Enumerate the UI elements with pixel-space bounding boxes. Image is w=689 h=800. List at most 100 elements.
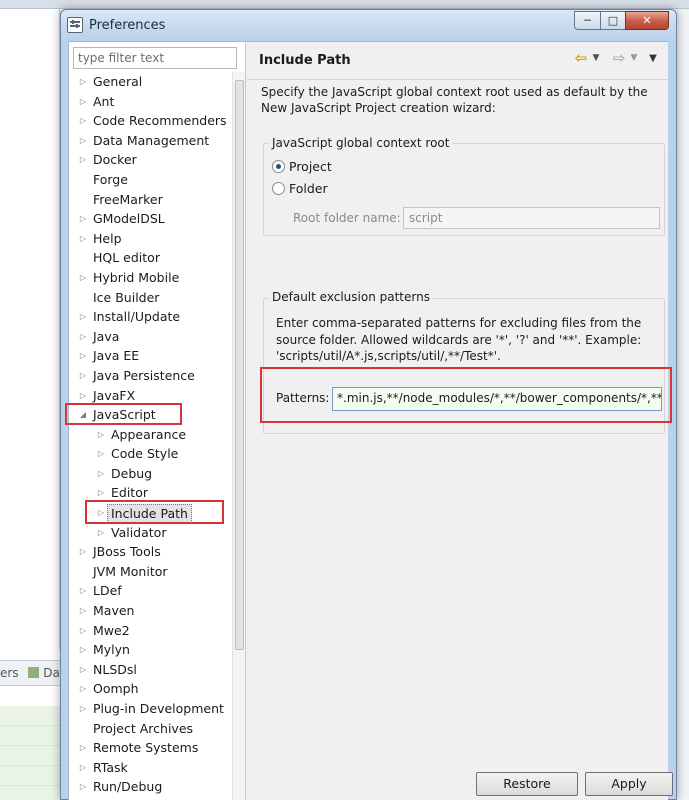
tree-item-label[interactable]: Java Persistence: [93, 366, 195, 386]
expand-arrow-icon[interactable]: ▷: [78, 777, 88, 797]
tree-item[interactable]: ▷ Install/Update: [69, 307, 231, 327]
expand-arrow-icon[interactable]: ▷: [78, 758, 88, 778]
expand-arrow-icon[interactable]: ▷: [78, 131, 88, 151]
tree-item-label[interactable]: Ice Builder: [93, 288, 159, 308]
tree-item[interactable]: ▷ Run/Debug: [69, 777, 231, 797]
tree-item-label[interactable]: Hybrid Mobile: [93, 268, 179, 288]
forward-arrow-icon[interactable]: ⇨: [608, 51, 630, 67]
tree-item-label[interactable]: JBoss Tools: [93, 542, 161, 562]
tree-item[interactable]: ▷ Oomph: [69, 679, 231, 699]
project-radio[interactable]: [272, 159, 285, 173]
back-history-dropdown-icon[interactable]: ▼: [590, 51, 602, 67]
tree-item-label[interactable]: Plug-in Development: [93, 699, 224, 719]
expand-arrow-icon[interactable]: ▷: [78, 660, 88, 680]
tree-item[interactable]: FreeMarker: [69, 190, 231, 210]
expand-arrow-icon[interactable]: ▷: [96, 425, 106, 445]
background-tab2-label[interactable]: Da: [43, 666, 60, 680]
minimize-button[interactable]: ─: [574, 11, 601, 30]
tree-item-label[interactable]: Docker: [93, 150, 137, 170]
folder-radio-label[interactable]: Folder: [289, 181, 328, 196]
folder-radio-option[interactable]: Folder: [272, 179, 328, 197]
back-arrow-icon[interactable]: ⇦: [570, 51, 592, 67]
expand-arrow-icon[interactable]: ▷: [78, 327, 88, 347]
tree-item-label[interactable]: LDef: [93, 581, 122, 601]
close-button[interactable]: ✕: [625, 11, 669, 30]
title-bar[interactable]: Preferences ─ □ ✕: [61, 10, 676, 40]
expand-arrow-icon[interactable]: ▷: [78, 111, 88, 131]
tree-item[interactable]: ▷ Remote Systems: [69, 738, 231, 758]
tree-scrollbar-thumb[interactable]: [235, 80, 244, 650]
tree-item[interactable]: ▷ Mylyn: [69, 640, 231, 660]
tree-item-label[interactable]: Java: [93, 327, 119, 347]
filter-input[interactable]: [78, 51, 232, 65]
tree-item[interactable]: Project Archives: [69, 719, 231, 739]
tree-item[interactable]: Forge: [69, 170, 231, 190]
forward-history-dropdown-icon[interactable]: ▼: [628, 51, 640, 67]
background-tab-label[interactable]: ers: [0, 666, 19, 680]
tree-scrollbar[interactable]: [232, 72, 245, 800]
tree-item[interactable]: ▷ Maven: [69, 601, 231, 621]
expand-arrow-icon[interactable]: ▷: [78, 581, 88, 601]
tree-item-label[interactable]: GModelDSL: [93, 209, 165, 229]
expand-arrow-icon[interactable]: ▷: [78, 366, 88, 386]
tree-item[interactable]: ▷ Hybrid Mobile: [69, 268, 231, 288]
tree-item[interactable]: ▷ Mwe2: [69, 621, 231, 641]
tree-item-label[interactable]: Code Style: [111, 444, 178, 464]
tree-item-label[interactable]: JVM Monitor: [93, 562, 168, 582]
tree-item-label[interactable]: Validator: [111, 523, 166, 543]
tree-item-label[interactable]: Install/Update: [93, 307, 180, 327]
tree-item-label[interactable]: Run/Debug: [93, 777, 162, 797]
expand-arrow-icon[interactable]: ▷: [78, 640, 88, 660]
tree-item[interactable]: ▷ Validator: [69, 523, 231, 543]
tree-item-label[interactable]: Ant: [93, 92, 114, 112]
tree-item-label[interactable]: Mylyn: [93, 640, 130, 660]
tree-item[interactable]: ▷ GModelDSL: [69, 209, 231, 229]
tree-item-label[interactable]: Code Recommenders: [93, 111, 227, 131]
expand-arrow-icon[interactable]: ▷: [78, 679, 88, 699]
tree-item[interactable]: HQL editor: [69, 248, 231, 268]
tree-item-label[interactable]: FreeMarker: [93, 190, 163, 210]
expand-arrow-icon[interactable]: ▷: [78, 307, 88, 327]
tree-item-label[interactable]: Data Management: [93, 131, 209, 151]
expand-arrow-icon[interactable]: ▷: [78, 542, 88, 562]
tree-item[interactable]: ▷ Java EE: [69, 346, 231, 366]
expand-arrow-icon[interactable]: ▷: [78, 72, 88, 92]
expand-arrow-icon[interactable]: ▷: [96, 523, 106, 543]
expand-arrow-icon[interactable]: ▷: [78, 346, 88, 366]
tree-item-label[interactable]: Forge: [93, 170, 128, 190]
expand-arrow-icon[interactable]: ▷: [96, 464, 106, 484]
tree-item[interactable]: ▷ Debug: [69, 464, 231, 484]
tree-item[interactable]: ▷ Appearance: [69, 425, 231, 445]
expand-arrow-icon[interactable]: ▷: [78, 92, 88, 112]
expand-arrow-icon[interactable]: ▷: [78, 738, 88, 758]
tree-item[interactable]: JVM Monitor: [69, 562, 231, 582]
expand-arrow-icon[interactable]: ▷: [96, 444, 106, 464]
tree-item-label[interactable]: Remote Systems: [93, 738, 198, 758]
tree-item[interactable]: ▷ Plug-in Development: [69, 699, 231, 719]
tree-item[interactable]: ▷ Code Style: [69, 444, 231, 464]
tree-item-label[interactable]: Java EE: [93, 346, 139, 366]
tree-item[interactable]: ▷ General: [69, 72, 231, 92]
maximize-button[interactable]: □: [600, 11, 626, 30]
tree-item-label[interactable]: Appearance: [111, 425, 186, 445]
expand-arrow-icon[interactable]: ▷: [78, 601, 88, 621]
tree-item[interactable]: ▷ Data Management: [69, 131, 231, 151]
tree-item-label[interactable]: HQL editor: [93, 248, 160, 268]
project-radio-option[interactable]: Project: [272, 157, 332, 175]
tree-item-label[interactable]: RTask: [93, 758, 128, 778]
tree-item-label[interactable]: Oomph: [93, 679, 139, 699]
tree-item[interactable]: ▷ Help: [69, 229, 231, 249]
tree-item[interactable]: ▷ Ant: [69, 92, 231, 112]
view-menu-icon[interactable]: ▼: [645, 51, 661, 67]
expand-arrow-icon[interactable]: ▷: [78, 699, 88, 719]
tree-item[interactable]: ▷ Code Recommenders: [69, 111, 231, 131]
tree-item-label[interactable]: Mwe2: [93, 621, 130, 641]
tree-item-label[interactable]: Debug: [111, 464, 152, 484]
filter-field[interactable]: [73, 47, 237, 69]
tree-item-label[interactable]: Maven: [93, 601, 134, 621]
tree-item[interactable]: ▷ JBoss Tools: [69, 542, 231, 562]
tree-item-label[interactable]: Help: [93, 229, 122, 249]
tree-item[interactable]: ▷ NLSDsl: [69, 660, 231, 680]
tree-item-label[interactable]: General: [93, 72, 142, 92]
expand-arrow-icon[interactable]: ▷: [78, 150, 88, 170]
